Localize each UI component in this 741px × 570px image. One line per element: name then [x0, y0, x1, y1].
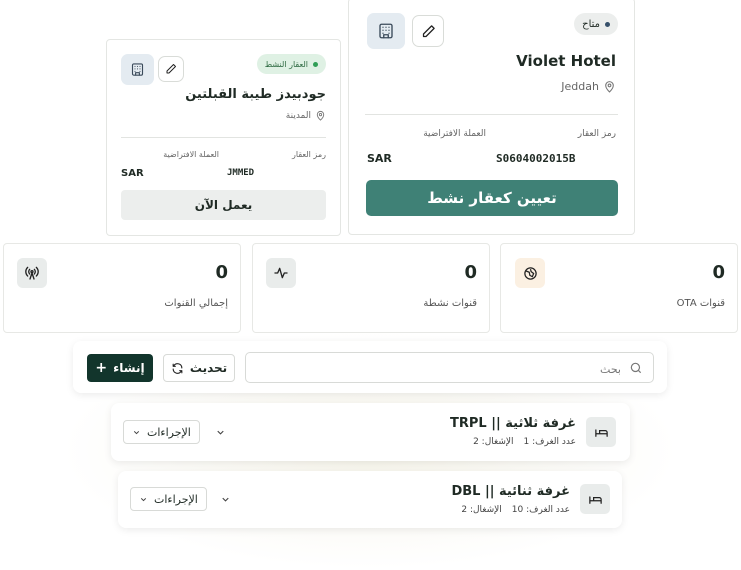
bed-icon-box [580, 484, 610, 514]
bed-icon-box [586, 417, 616, 447]
status-dot [605, 21, 610, 27]
actions-label: الإجراءات [147, 425, 191, 439]
room-count: عدد الغرف: 1 [524, 437, 576, 447]
stat-label: إجمالي القنوات [164, 298, 228, 309]
stat-icon-box [515, 258, 545, 288]
currency-value: SAR [121, 168, 144, 179]
property-location: المدينة [286, 110, 326, 121]
chevron-down-icon [140, 497, 147, 501]
room-occupancy-label: الإشغال: [469, 505, 502, 515]
property-card-violet: متاح Violet Hotel Jeddah رمز العقار العم… [348, 0, 635, 235]
stat-value: 0 [464, 262, 477, 283]
status-badge-label: متاح [582, 18, 600, 30]
actions-dropdown[interactable]: الإجراءات [123, 420, 200, 444]
room-title: غرفة ثنائية || DBL [451, 484, 570, 499]
room-occupancy: الإشغال: 2 [473, 437, 513, 447]
broadcast-icon [25, 266, 39, 280]
property-code-label: رمز العقار [577, 129, 616, 139]
refresh-label: تحديث [189, 361, 228, 375]
property-name: جودبيدز طيبة القبلتين [185, 87, 326, 102]
room-occupancy: الإشغال: 2 [461, 505, 501, 515]
create-label: إنشاء [113, 361, 145, 375]
room-meta: عدد الغرف: 10 الإشغال: 2 [461, 505, 570, 515]
bed-icon [594, 428, 608, 437]
active-status-badge: العقار النشط [256, 54, 326, 74]
chevron-down-icon[interactable] [220, 494, 231, 505]
property-name: Violet Hotel [516, 52, 616, 70]
property-city: المدينة [285, 110, 311, 121]
room-row-trpl[interactable]: غرفة ثلاثية || TRPL عدد الغرف: 1 الإشغال… [111, 403, 630, 461]
property-city: Jeddah [561, 80, 599, 93]
pencil-icon [422, 24, 435, 37]
room-meta: عدد الغرف: 1 الإشغال: 2 [473, 437, 576, 447]
building-icon-button[interactable] [121, 54, 154, 85]
room-count-value: 10 [511, 505, 524, 515]
refresh-icon [172, 362, 183, 374]
chevron-down-icon[interactable] [215, 427, 226, 438]
search-input[interactable] [279, 358, 623, 380]
edit-button[interactable] [412, 15, 444, 47]
stat-label: قنوات OTA [676, 298, 725, 309]
stat-card-ota-channels: 0 قنوات OTA [500, 243, 738, 333]
room-occupancy-label: الإشغال: [481, 437, 514, 447]
actions-dropdown[interactable]: الإجراءات [130, 487, 207, 511]
actions-label: الإجراءات [154, 492, 198, 506]
property-card-active: العقار النشط جودبيدز طيبة القبلتين المدي… [106, 39, 341, 236]
property-code-label: رمز العقار [292, 150, 326, 159]
active-status-label: العقار النشط [264, 59, 308, 69]
room-row-dbl[interactable]: غرفة ثنائية || DBL عدد الغرف: 10 الإشغال… [118, 471, 622, 528]
running-now-button[interactable]: يعمل الآن [121, 190, 326, 220]
card-divider [121, 137, 326, 138]
stat-value: 0 [712, 262, 725, 283]
location-pin-icon [605, 81, 614, 93]
card-divider [365, 114, 618, 115]
stat-label: قنوات نشطة [423, 298, 477, 309]
building-icon-button[interactable] [367, 13, 405, 49]
currency-label: العملة الافتراضية [423, 129, 486, 139]
property-code-value: JMMED [227, 168, 255, 178]
property-code-value: S0604002015B [496, 152, 576, 165]
edit-button[interactable] [158, 56, 184, 82]
currency-value: SAR [367, 152, 392, 165]
stat-icon-box [266, 258, 296, 288]
building-icon [379, 23, 393, 39]
refresh-button[interactable]: تحديث [163, 354, 235, 382]
bed-icon [588, 495, 602, 504]
stat-card-active-channels: 0 قنوات نشطة [252, 243, 490, 333]
stat-value: 0 [215, 262, 228, 283]
plus-icon: + [95, 360, 108, 376]
room-title: غرفة ثلاثية || TRPL [450, 416, 576, 431]
location-pin-icon [316, 110, 325, 121]
search-box[interactable] [245, 352, 654, 383]
room-count-label: عدد الغرف: [526, 505, 570, 515]
room-toolbar: إنشاء + تحديث [73, 341, 667, 393]
status-badge: متاح [574, 13, 618, 35]
room-count-value: 1 [523, 437, 530, 447]
building-icon [131, 63, 144, 76]
globe-icon [523, 266, 537, 280]
search-icon [630, 362, 642, 374]
set-active-property-button[interactable]: تعيين كعقار نشط [366, 180, 618, 216]
create-button[interactable]: إنشاء + [87, 354, 153, 382]
property-location: Jeddah [561, 80, 616, 93]
room-occupancy-value: 2 [461, 505, 468, 515]
stat-icon-box [17, 258, 47, 288]
active-status-dot [313, 61, 318, 67]
room-count-label: عدد الغرف: [532, 437, 576, 447]
activity-icon [274, 267, 288, 279]
room-count: عدد الغرف: 10 [512, 505, 570, 515]
room-occupancy-value: 2 [473, 437, 479, 447]
currency-label: العملة الافتراضية [163, 150, 219, 159]
stat-card-total-channels: 0 إجمالي القنوات [3, 243, 241, 333]
chevron-down-icon [133, 430, 140, 434]
pencil-icon [166, 64, 176, 74]
